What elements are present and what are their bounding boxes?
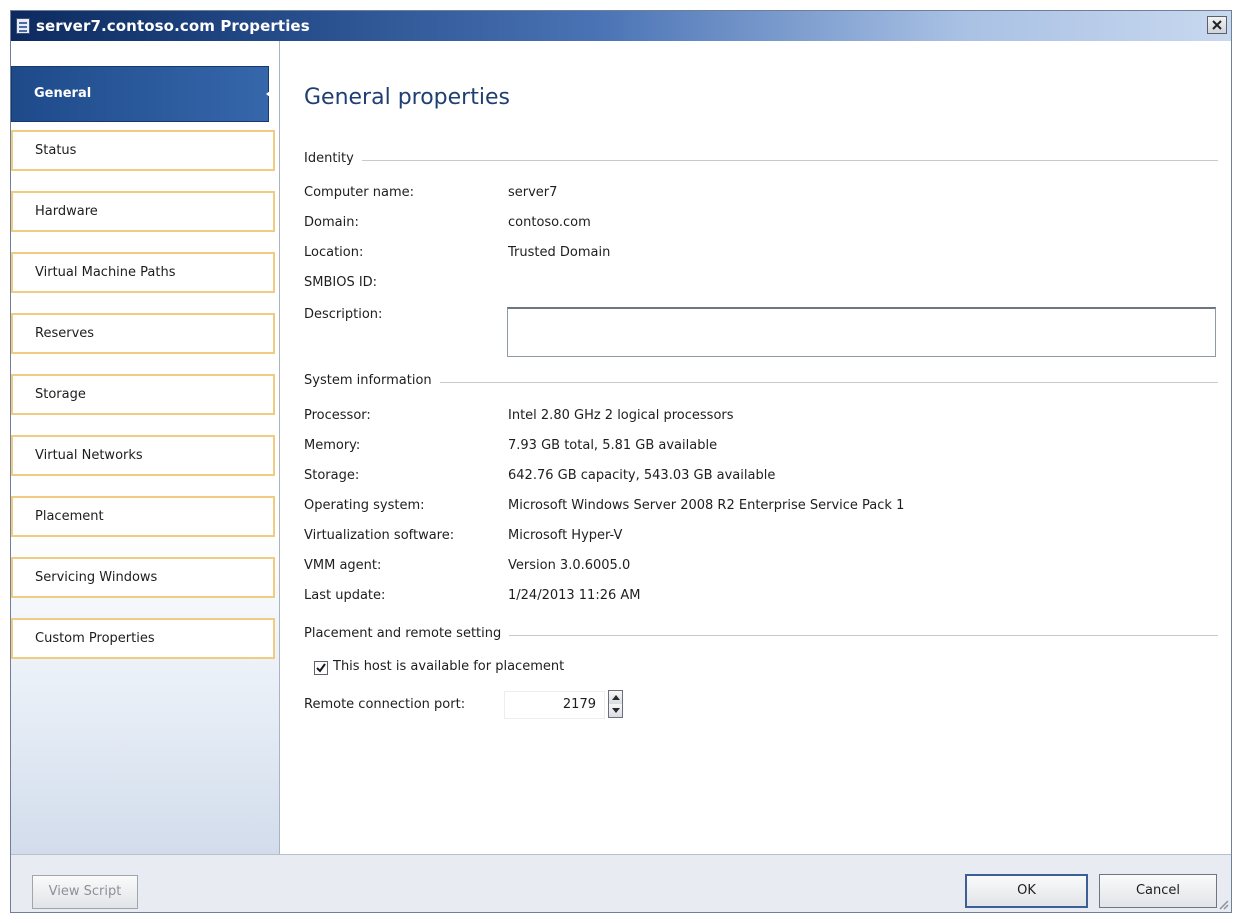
sidebar-item-general[interactable]: General [11, 66, 269, 122]
remote-connection-port-input[interactable]: 2179 [504, 691, 605, 719]
sidebar-item-status[interactable]: Status [11, 130, 275, 171]
properties-icon [16, 18, 30, 34]
computer-name-value: server7 [508, 185, 558, 200]
sidebar-item-placement[interactable]: Placement [11, 496, 275, 537]
active-indicator-arrow [266, 84, 279, 104]
arrow-up-icon [612, 695, 620, 700]
sidebar-item-custom-properties[interactable]: Custom Properties [11, 618, 275, 659]
general-properties-panel: General properties Identity Computer nam… [280, 41, 1231, 854]
port-spinner[interactable] [608, 690, 623, 718]
sidebar-item-hardware[interactable]: Hardware [11, 191, 275, 232]
spin-up-button[interactable] [609, 691, 622, 705]
arrow-down-icon [612, 708, 620, 713]
window-title: server7.contoso.com Properties [36, 17, 310, 35]
dialog-footer: View Script OK Cancel [11, 854, 1231, 912]
spin-down-button[interactable] [609, 704, 622, 717]
close-icon [1212, 20, 1222, 30]
sidebar-item-virtual-networks[interactable]: Virtual Networks [11, 435, 275, 476]
identity-section-header: Identity [304, 151, 1218, 169]
properties-dialog: server7.contoso.com Properties General S… [10, 10, 1232, 913]
placement-section-header: Placement and remote setting [304, 626, 1218, 644]
sidebar-item-storage[interactable]: Storage [11, 374, 275, 415]
close-button[interactable] [1207, 16, 1227, 34]
title-bar[interactable]: server7.contoso.com Properties [11, 11, 1231, 41]
sidebar-item-virtual-machine-paths[interactable]: Virtual Machine Paths [11, 252, 275, 293]
cancel-button[interactable]: Cancel [1099, 874, 1217, 908]
sidebar: General Status Hardware Virtual Machine … [11, 41, 280, 854]
resize-grip-icon[interactable] [1217, 898, 1229, 910]
location-value: Trusted Domain [508, 245, 611, 260]
sidebar-item-reserves[interactable]: Reserves [11, 313, 275, 354]
description-input[interactable] [507, 307, 1216, 357]
view-script-button[interactable]: View Script [32, 875, 138, 909]
checkmark-icon [316, 663, 326, 673]
page-title: General properties [304, 85, 510, 110]
placement-available-label[interactable]: This host is available for placement [333, 659, 564, 674]
sidebar-item-servicing-windows[interactable]: Servicing Windows [11, 557, 275, 598]
domain-value: contoso.com [508, 215, 591, 230]
system-information-section-header: System information [304, 373, 1218, 391]
remote-connection-port-label: Remote connection port: [304, 697, 466, 712]
ok-button[interactable]: OK [965, 874, 1088, 908]
placement-available-checkbox[interactable] [314, 661, 328, 675]
